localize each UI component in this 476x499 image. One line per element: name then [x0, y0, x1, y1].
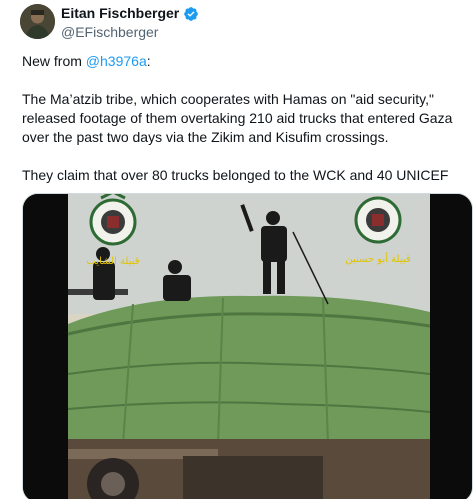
- mention-link[interactable]: @h3976a: [86, 53, 147, 69]
- video-player[interactable]: قبيلة الشايب قبيلة أبو حسنين: [22, 193, 473, 499]
- video-frame: قبيلة الشايب قبيلة أبو حسنين: [23, 194, 472, 499]
- tweet-line-1-suffix: :: [146, 53, 151, 69]
- tweet-line-1-prefix: New from: [22, 53, 86, 69]
- tweet-card: Eitan Fischberger @EFischberger New from…: [0, 0, 476, 499]
- right-logo-caption: قبيلة أبو حسنين: [345, 252, 411, 265]
- left-logo-caption: قبيلة الشايب: [86, 256, 139, 267]
- tweet-header: Eitan Fischberger @EFischberger: [61, 4, 199, 42]
- right-logo-icon: [354, 196, 402, 244]
- handle[interactable]: @EFischberger: [61, 23, 199, 42]
- tweet-line-1: New from @h3976a:: [22, 52, 462, 71]
- tweet-text: New from @h3976a: The Ma’atzib tribe, wh…: [22, 52, 462, 204]
- verified-badge-icon: [183, 6, 199, 22]
- avatar[interactable]: [20, 4, 55, 39]
- tweet-paragraph-2: The Ma’atzib tribe, which cooperates wit…: [22, 91, 453, 145]
- tweet-paragraph-3: They claim that over 80 trucks belonged …: [22, 167, 449, 183]
- display-name[interactable]: Eitan Fischberger: [61, 4, 179, 23]
